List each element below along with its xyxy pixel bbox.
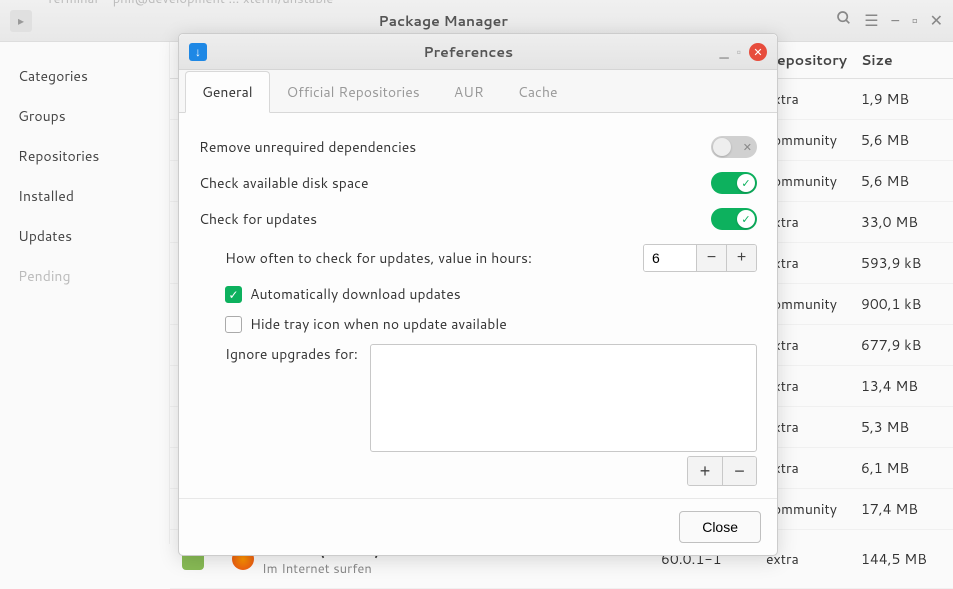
interval-stepper: − +	[643, 244, 757, 272]
pref-label: Hide tray icon when no update available	[250, 314, 507, 334]
pref-check-disk: Check available disk space ✓	[199, 165, 757, 201]
pref-label: Ignore upgrades for:	[225, 344, 358, 364]
sidebar-item-repositories[interactable]: Repositories	[0, 136, 169, 176]
close-window-icon[interactable]: ✕	[930, 9, 943, 32]
col-size[interactable]: Size	[861, 50, 941, 70]
close-button[interactable]: Close	[679, 511, 761, 543]
menu-icon[interactable]: ☰	[864, 9, 878, 32]
dialog-title: Preferences	[217, 42, 720, 62]
sidebar-item-categories[interactable]: Categories	[0, 56, 169, 96]
toggle-check-disk[interactable]: ✓	[711, 172, 757, 194]
pref-label: Remove unrequired dependencies	[199, 137, 416, 157]
maximize-icon[interactable]: ▫	[912, 9, 918, 32]
dialog-tabs: GeneralOfficial RepositoriesAURCache	[179, 70, 777, 113]
sidebar: CategoriesGroupsRepositoriesInstalledUpd…	[0, 42, 170, 544]
tab-aur[interactable]: AUR	[437, 71, 501, 113]
ignore-remove-button[interactable]: −	[722, 457, 756, 485]
minimize-icon[interactable]: −	[891, 9, 900, 32]
pref-label: Automatically download updates	[250, 284, 461, 304]
tab-general[interactable]: General	[185, 71, 270, 113]
search-icon[interactable]	[836, 9, 852, 32]
pref-ignore-upgrades: Ignore upgrades for: + −	[199, 339, 757, 486]
ignore-list[interactable]	[370, 344, 757, 452]
background-window-hint: Terminal - phil@development … xterm/unst…	[46, 0, 333, 8]
sidebar-item-pending: Pending	[0, 256, 169, 296]
pref-update-interval: How often to check for updates, value in…	[199, 237, 757, 279]
sidebar-item-updates[interactable]: Updates	[0, 216, 169, 256]
interval-plus-button[interactable]: +	[726, 245, 756, 271]
pref-hide-tray: Hide tray icon when no update available	[199, 309, 757, 339]
checkbox-auto-download[interactable]: ✓	[225, 286, 242, 303]
dialog-max-icon[interactable]: ▫	[737, 43, 741, 60]
app-icon: ▸	[10, 10, 32, 32]
window-title: Package Manager	[50, 11, 836, 31]
pref-label: Check for updates	[199, 209, 317, 229]
pref-remove-unrequired: Remove unrequired dependencies ✕	[199, 129, 757, 165]
dialog-close-icon[interactable]: ✕	[749, 43, 767, 61]
pref-check-updates: Check for updates ✓	[199, 201, 757, 237]
toggle-remove-unrequired[interactable]: ✕	[711, 136, 757, 158]
pref-label: Check available disk space	[199, 173, 369, 193]
tab-cache[interactable]: Cache	[501, 71, 575, 113]
tab-official-repositories[interactable]: Official Repositories	[270, 71, 437, 113]
pref-auto-download: ✓ Automatically download updates	[199, 279, 757, 309]
download-icon: ↓	[189, 43, 207, 61]
checkbox-hide-tray[interactable]	[225, 316, 242, 333]
ignore-add-button[interactable]: +	[688, 457, 722, 485]
toggle-check-updates[interactable]: ✓	[711, 208, 757, 230]
dialog-titlebar: ↓ Preferences ▁ ▫ ✕	[179, 34, 777, 70]
interval-input[interactable]	[644, 245, 696, 271]
sidebar-item-installed[interactable]: Installed	[0, 176, 169, 216]
interval-minus-button[interactable]: −	[696, 245, 726, 271]
col-repo[interactable]: Repository	[766, 50, 861, 70]
dialog-min-icon[interactable]: ▁	[720, 43, 729, 60]
sidebar-item-groups[interactable]: Groups	[0, 96, 169, 136]
preferences-dialog: ↓ Preferences ▁ ▫ ✕ GeneralOfficial Repo…	[178, 33, 778, 556]
pref-label: How often to check for updates, value in…	[225, 248, 532, 268]
